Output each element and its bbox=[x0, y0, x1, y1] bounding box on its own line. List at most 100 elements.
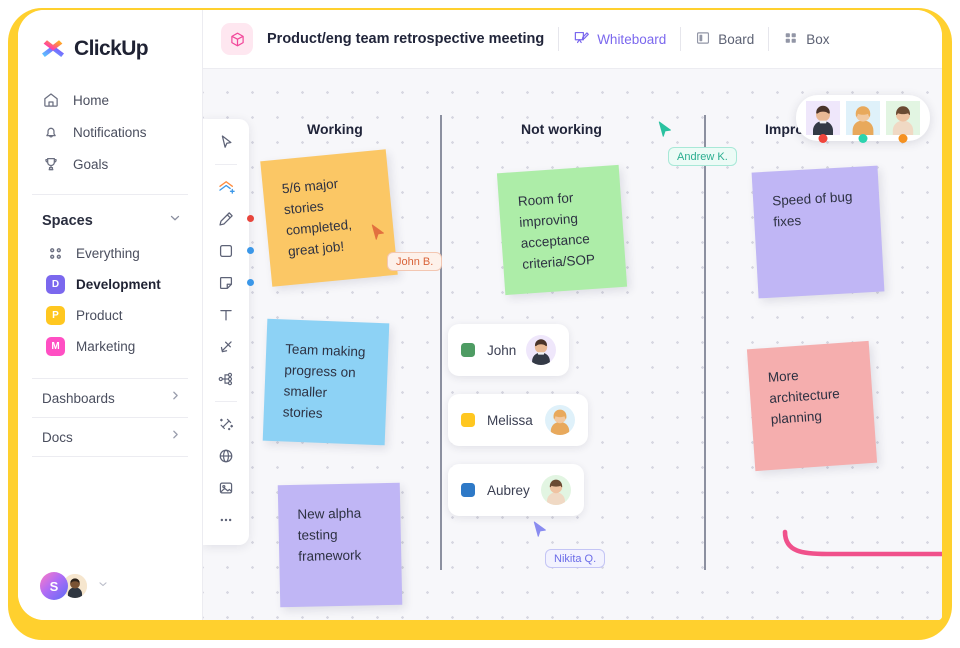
sidebar-item-home[interactable]: Home bbox=[18, 84, 202, 116]
status-chip bbox=[461, 343, 475, 357]
sidebar-nav: Home Notifications Goals bbox=[18, 84, 202, 180]
presence-avatar-1[interactable] bbox=[806, 101, 840, 143]
status-dot bbox=[858, 134, 868, 143]
page-title: Product/eng team retrospective meeting bbox=[267, 31, 545, 47]
member-name: John bbox=[487, 342, 517, 358]
spaces-header[interactable]: Spaces bbox=[18, 195, 202, 238]
sidebar-item-everything[interactable]: Everything bbox=[18, 238, 202, 269]
sticky-note-tool[interactable] bbox=[211, 268, 254, 298]
sticky-note-speed-of-bug-fixes[interactable]: Speed of bug fixes bbox=[751, 165, 885, 299]
column-divider-2 bbox=[704, 115, 706, 570]
chevron-right-icon bbox=[169, 428, 182, 446]
status-dot bbox=[818, 134, 828, 143]
brand-logo[interactable]: ClickUp bbox=[18, 10, 202, 62]
avatar bbox=[886, 101, 920, 135]
space-badge-product: P bbox=[46, 306, 65, 325]
topbar: Product/eng team retrospective meeting W… bbox=[203, 10, 942, 69]
sidebar-item-marketing[interactable]: M Marketing bbox=[18, 331, 202, 362]
magic-tool[interactable] bbox=[211, 409, 241, 439]
cursor-arrow-icon bbox=[658, 121, 671, 137]
space-label: Development bbox=[76, 277, 161, 292]
tab-label: Board bbox=[718, 31, 755, 47]
sidebar-item-goals[interactable]: Goals bbox=[18, 148, 202, 180]
member-card-melissa[interactable]: Melissa bbox=[448, 394, 588, 446]
tab-board[interactable]: Board bbox=[695, 30, 754, 49]
presence-avatar-stack[interactable] bbox=[796, 95, 930, 143]
trophy-icon bbox=[42, 155, 60, 173]
chevron-down-icon[interactable] bbox=[97, 577, 109, 595]
app-window: ClickUp Home Notifications Goals Spaces … bbox=[18, 10, 942, 620]
space-label: Marketing bbox=[76, 339, 136, 354]
avatar bbox=[846, 101, 880, 135]
tab-box[interactable]: Box bbox=[783, 30, 830, 49]
sidebar-item-label: Goals bbox=[73, 156, 109, 172]
sticky-note-more-architecture[interactable]: More architecture planning bbox=[746, 340, 878, 472]
space-label: Product bbox=[76, 308, 123, 323]
avatar bbox=[526, 335, 556, 365]
box-outline-icon bbox=[221, 23, 253, 55]
tab-whiteboard[interactable]: Whiteboard bbox=[573, 29, 666, 49]
presence-avatar-3[interactable] bbox=[886, 101, 920, 143]
pink-arrow-connector[interactable] bbox=[763, 484, 942, 604]
cursor-label: Andrew K. bbox=[668, 147, 737, 166]
sidebar-item-label: Dashboards bbox=[42, 390, 115, 406]
sticky-note-room-for-improving[interactable]: Room for improving acceptance criteria/S… bbox=[496, 164, 628, 296]
space-badge-development: D bbox=[46, 275, 65, 294]
whiteboard-icon bbox=[573, 29, 590, 49]
board-icon bbox=[695, 30, 711, 49]
divider bbox=[558, 27, 560, 51]
sidebar-item-notifications[interactable]: Notifications bbox=[18, 116, 202, 148]
member-name: Melissa bbox=[487, 412, 533, 428]
sticky-note-team-making-progress[interactable]: Team making progress on smaller stories bbox=[262, 318, 390, 446]
text-tool[interactable] bbox=[211, 300, 241, 330]
chevron-down-icon bbox=[168, 211, 182, 230]
avatar bbox=[541, 475, 571, 505]
column-divider-1 bbox=[440, 115, 442, 570]
tab-label: Box bbox=[806, 31, 830, 47]
sidebar-user-area[interactable]: S bbox=[40, 572, 109, 600]
sidebar-item-product[interactable]: P Product bbox=[18, 300, 202, 331]
sticky-note-5-6-major-stories[interactable]: 5/6 major stories completed, great job! bbox=[260, 149, 398, 287]
cursor-label: John B. bbox=[387, 252, 443, 271]
sidebar-item-label: Home bbox=[73, 92, 110, 108]
chevron-right-icon bbox=[169, 389, 182, 407]
status-dot bbox=[247, 215, 254, 222]
grid-dots-icon bbox=[46, 244, 65, 263]
rectangle-tool[interactable] bbox=[211, 236, 254, 266]
sidebar-divider-4 bbox=[32, 456, 188, 457]
whiteboard-canvas[interactable]: Working Not working Improvements 5/6 maj… bbox=[203, 69, 942, 620]
column-header-working: Working bbox=[307, 121, 363, 137]
embed-tool[interactable] bbox=[211, 441, 241, 471]
pen-tool[interactable] bbox=[211, 204, 254, 234]
presence-avatar-2[interactable] bbox=[846, 101, 880, 143]
tab-label: Whiteboard bbox=[597, 31, 667, 47]
divider bbox=[215, 164, 237, 165]
image-tool[interactable] bbox=[211, 473, 241, 503]
member-card-aubrey[interactable]: Aubrey bbox=[448, 464, 584, 516]
sidebar-item-label: Docs bbox=[42, 429, 73, 445]
box-grid-icon bbox=[783, 30, 799, 49]
divider bbox=[680, 27, 682, 51]
space-badge-marketing: M bbox=[46, 337, 65, 356]
more-tool[interactable] bbox=[211, 505, 241, 535]
workspace-avatar[interactable]: S bbox=[40, 572, 68, 600]
member-name: Aubrey bbox=[487, 482, 530, 498]
spaces-label: Spaces bbox=[42, 212, 93, 229]
shapes-add-tool[interactable] bbox=[211, 172, 241, 202]
sidebar-item-dashboards[interactable]: Dashboards bbox=[18, 379, 202, 417]
space-label: Everything bbox=[76, 246, 140, 261]
cursor-arrow-icon bbox=[371, 224, 384, 240]
cursor-label: Nikita Q. bbox=[545, 549, 606, 568]
sidebar-item-label: Notifications bbox=[73, 124, 147, 140]
member-card-john[interactable]: John bbox=[448, 324, 569, 376]
brand-name: ClickUp bbox=[74, 37, 149, 60]
sticky-note-new-alpha-testing[interactable]: New alpha testing framework bbox=[277, 482, 403, 608]
connector-tool[interactable] bbox=[211, 332, 241, 362]
divider bbox=[215, 401, 237, 402]
select-pointer-tool[interactable] bbox=[211, 127, 241, 157]
sidebar-item-development[interactable]: D Development bbox=[18, 269, 202, 300]
status-dot bbox=[247, 279, 254, 286]
mindmap-tool[interactable] bbox=[211, 364, 241, 394]
divider bbox=[768, 27, 770, 51]
sidebar-item-docs[interactable]: Docs bbox=[18, 418, 202, 456]
